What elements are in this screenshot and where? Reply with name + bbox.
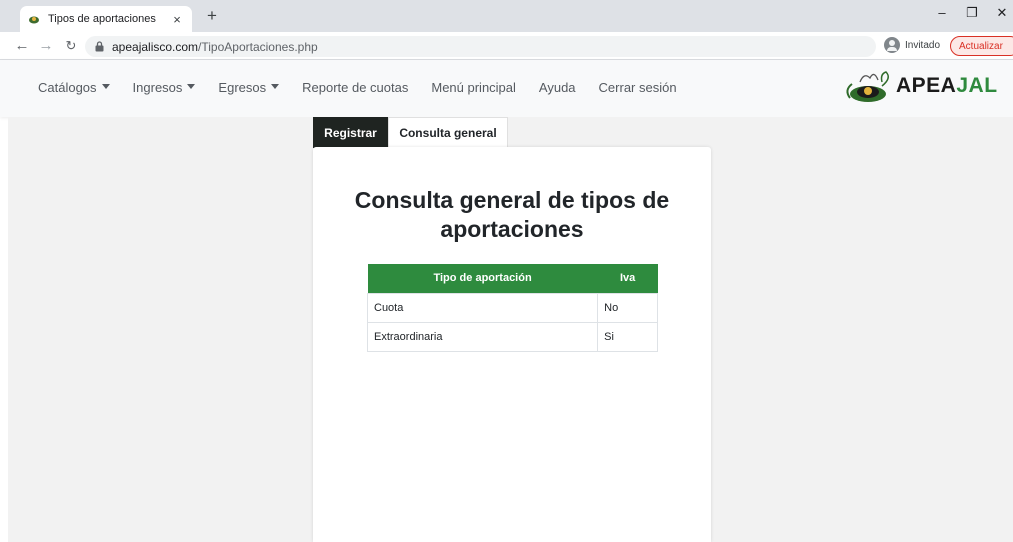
brand-logo[interactable]: APEAJAL [838,68,998,104]
favicon-icon [29,16,39,24]
nav-menu: Catálogos Ingresos Egresos Reporte de cu… [38,80,700,95]
nav-item-label: Catálogos [38,80,97,95]
back-arrow-icon[interactable]: ← [13,37,31,55]
nav-item-reporte-cuotas[interactable]: Reporte de cuotas [302,80,408,95]
tab-consulta-general[interactable]: Consulta general [388,117,508,148]
reload-icon[interactable]: ↻ [62,37,80,55]
nav-item-label: Ingresos [132,80,183,95]
brand-main: APEA [896,74,957,97]
table-row: Extraordinaria Si [366,321,658,352]
browser-tab[interactable]: Tipos de aportaciones × [20,6,192,32]
address-bar[interactable]: apeajalisco.com/TipoAportaciones.php [85,36,876,57]
table-row: Cuota No [366,292,658,323]
brand-accent: JAL [956,74,998,97]
profile-icon [884,37,900,53]
table-cell-tipo: Cuota [366,292,599,323]
nav-item-egresos[interactable]: Egresos [218,80,280,95]
content-card: Consulta general de tipos de aportacione… [313,147,711,542]
nav-item-ayuda[interactable]: Ayuda [539,80,576,95]
minimize-button[interactable]: – [932,4,952,22]
new-tab-button[interactable]: + [202,6,222,26]
update-button[interactable]: Actualizar ⋮ [950,36,1013,56]
nav-item-ingresos[interactable]: Ingresos [133,80,196,95]
profile-button[interactable]: Invitado [884,37,940,53]
browser-toolbar: ← → ↻ apeajalisco.com/TipoAportaciones.p… [0,32,1013,60]
caret-down-icon [101,84,110,89]
url-path: /TipoAportaciones.php [198,39,318,54]
content-tabs: Registrar Consulta general [313,117,508,148]
site-navbar: Catálogos Ingresos Egresos Reporte de cu… [0,60,1013,117]
forward-arrow-icon[interactable]: → [37,37,55,55]
tab-title: Tipos de aportaciones [48,13,156,25]
kebab-menu-icon: ⋮ [1009,41,1013,52]
table-cell-iva: No [597,292,658,323]
page-title: Consulta general de tipos de aportacione… [354,187,670,242]
update-label: Actualizar [959,40,1003,52]
nav-item-label: Egresos [218,80,267,95]
column-header-iva: Iva [597,264,658,293]
nav-item-catalogos[interactable]: Catálogos [38,80,110,95]
brand-name: APEAJAL [896,74,998,98]
close-window-button[interactable]: ✕ [992,4,1012,22]
url-host: apeajalisco.com [112,39,199,54]
caret-down-icon [187,84,196,89]
column-header-tipo: Tipo de aportación [367,264,598,293]
nav-item-cerrar-sesion[interactable]: Cerrar sesión [599,80,677,95]
tab-close-icon[interactable]: × [170,12,184,27]
nav-item-menu-principal[interactable]: Menú principal [431,80,516,95]
caret-down-icon [271,84,280,89]
lock-icon [95,41,104,52]
profile-label: Invitado [905,39,941,51]
url-text: apeajalisco.com/TipoAportaciones.php [112,40,318,54]
aportaciones-table: Tipo de aportación Iva Cuota No Extraord… [366,264,658,352]
table-cell-tipo: Extraordinaria [366,321,599,352]
tab-registrar[interactable]: Registrar [313,117,388,148]
table-header-row: Tipo de aportación Iva [367,264,658,293]
apeajal-logo-icon [846,71,889,102]
table-cell-iva: Si [597,321,658,352]
maximize-button[interactable]: ❐ [962,4,982,22]
browser-tab-strip: Tipos de aportaciones × + – ❐ ✕ [0,0,1013,32]
